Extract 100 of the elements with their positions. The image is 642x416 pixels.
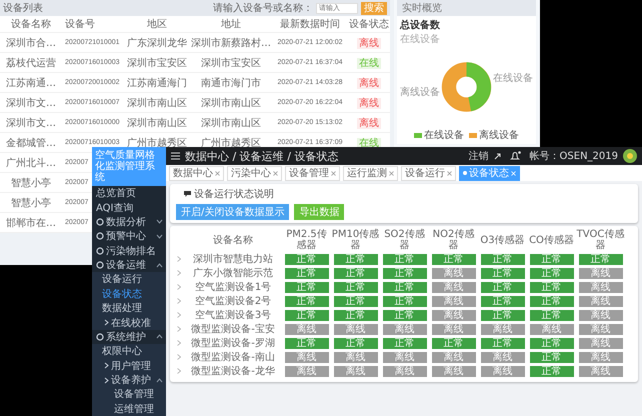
search-label: 请输入设备号或名称：	[213, 2, 313, 15]
column-header: TVOC传感器	[576, 229, 625, 251]
status-badge: 离线	[357, 98, 381, 108]
close-icon[interactable]	[389, 170, 394, 176]
expand-icon[interactable]	[177, 368, 181, 374]
expand-icon[interactable]	[177, 312, 181, 318]
table-cell-text: 深圳市南山区	[126, 116, 188, 130]
expand-icon[interactable]	[177, 326, 181, 332]
table-cell-text: 深圳市宝安区	[200, 56, 262, 70]
page-tab[interactable]: 数据中心	[169, 166, 224, 180]
sidebar-item[interactable]: 权限中心	[92, 344, 166, 358]
note-text: 设备运行状态说明	[194, 188, 274, 201]
close-icon[interactable]	[447, 170, 452, 176]
sidebar-item[interactable]: 数据处理	[92, 301, 166, 316]
table-cell-text: 空气监测设备2号	[194, 294, 272, 308]
expand-icon[interactable]	[177, 256, 181, 262]
table-cell-text: 深圳市文…	[5, 96, 57, 110]
table-cell-text: 智慧小亭	[10, 176, 52, 190]
sidebar-item[interactable]: 系统维护	[92, 330, 166, 344]
page-tab[interactable]: 运行监测	[343, 166, 398, 180]
chart-title: 总设备数	[400, 18, 441, 32]
sidebar-item[interactable]: 预警中心	[92, 229, 166, 244]
sidebar-item[interactable]: 设备养护	[92, 372, 166, 388]
sidebar-item[interactable]: 总览首页	[92, 186, 166, 200]
status-badge: 离线	[357, 38, 381, 48]
sidebar-item[interactable]: 数据分析	[92, 214, 166, 230]
status-tag: 离线	[432, 296, 476, 306]
menu-icon[interactable]	[171, 152, 180, 160]
status-tag: 离线	[432, 352, 476, 362]
status-tag: 离线	[334, 352, 378, 362]
sidebar-item[interactable]: 污染物排名	[92, 244, 166, 258]
status-tag: 正常	[530, 366, 574, 376]
column-header: 地址	[220, 18, 242, 31]
status-tag: 正常	[284, 254, 328, 264]
status-tag: 正常	[530, 282, 574, 292]
expand-icon[interactable]	[177, 298, 181, 304]
sidebar-item[interactable]: 运维管理	[92, 402, 166, 416]
status-tag: 正常	[284, 282, 328, 292]
sidebar-item[interactable]: 设备状态	[92, 286, 166, 301]
page-tab[interactable]: 设备管理	[285, 166, 340, 180]
sidebar-item[interactable]: 设备运维	[92, 258, 166, 272]
close-icon[interactable]	[331, 170, 336, 176]
expand-icon[interactable]	[177, 340, 181, 346]
expand-icon[interactable]	[177, 354, 181, 360]
column-header: NO2传感器	[432, 229, 476, 251]
status-tag: 离线	[480, 324, 524, 334]
column-header: 地区	[146, 18, 168, 31]
sidebar-item[interactable]: 设备管理	[92, 387, 166, 402]
table-cell-text: 空气监测设备3号	[194, 308, 272, 322]
status-badge: 离线	[357, 78, 381, 88]
logout-link[interactable]: 注销	[468, 149, 489, 163]
status-tag: 正常	[530, 338, 574, 348]
table-cell-text: 微型监测设备-宝安	[190, 322, 276, 336]
column-header: 设备名称	[10, 18, 52, 31]
chevron-icon	[156, 334, 163, 340]
status-tag: 离线	[382, 352, 426, 362]
status-tag: 离线	[578, 310, 622, 320]
sidebar-item[interactable]: 在线校准	[92, 315, 166, 330]
status-tag: 离线	[382, 324, 426, 334]
expand-icon[interactable]	[177, 284, 181, 290]
comment-icon	[184, 191, 191, 197]
table-cell-text: 深圳市合…	[5, 36, 57, 50]
status-tag: 离线	[578, 324, 622, 334]
status-tag: 离线	[432, 310, 476, 320]
chevron-icon	[156, 234, 163, 239]
status-tag: 离线	[578, 366, 622, 376]
sidebar-item[interactable]: AQI查询	[92, 200, 166, 215]
close-icon[interactable]	[273, 170, 278, 176]
sidebar-item[interactable]: 用户管理	[92, 358, 166, 373]
status-tag: 离线	[578, 352, 622, 362]
status-tag: 正常	[382, 338, 426, 348]
panel-title: 设备列表	[3, 2, 43, 15]
status-tag: 正常	[480, 310, 524, 320]
column-header: 设备号	[64, 18, 96, 31]
table-cell-text: 智慧小亭	[10, 196, 52, 210]
circle-icon	[96, 246, 104, 255]
page-tab[interactable]: 设备运行	[401, 166, 456, 180]
close-icon[interactable]	[215, 170, 220, 176]
table-cell-text: 深圳市南山区	[200, 116, 262, 130]
bell-icon[interactable]	[510, 151, 521, 161]
table-cell-text: 深圳市南山区	[126, 96, 188, 110]
table-cell-text: 深圳市智慧电力站	[192, 252, 274, 266]
status-badge: 在线	[357, 58, 381, 68]
chevron-icon	[156, 219, 163, 224]
table-cell-text: 南通市海门市	[200, 76, 262, 90]
sidebar-item[interactable]: 设备运行	[92, 272, 166, 287]
status-tag: 离线	[284, 366, 328, 376]
status-tag: 离线	[578, 268, 622, 278]
page-tab[interactable]: 污染中心	[227, 166, 282, 180]
column-header: SO2传感器	[383, 229, 426, 251]
status-tag: 离线	[578, 296, 622, 306]
column-header: 设备状态	[348, 18, 390, 31]
avatar-icon[interactable]	[623, 149, 637, 163]
table-cell-text: 邯郸市在…	[5, 216, 57, 230]
status-badge: 离线	[357, 118, 381, 128]
table-cell-text: 广州北斗…	[5, 156, 57, 170]
table-cell-text: 微型监测设备-南山	[190, 350, 276, 364]
expand-icon[interactable]	[177, 270, 181, 276]
status-tag: 离线	[480, 366, 524, 376]
table-cell-text: 微型监测设备-罗湖	[190, 336, 276, 350]
